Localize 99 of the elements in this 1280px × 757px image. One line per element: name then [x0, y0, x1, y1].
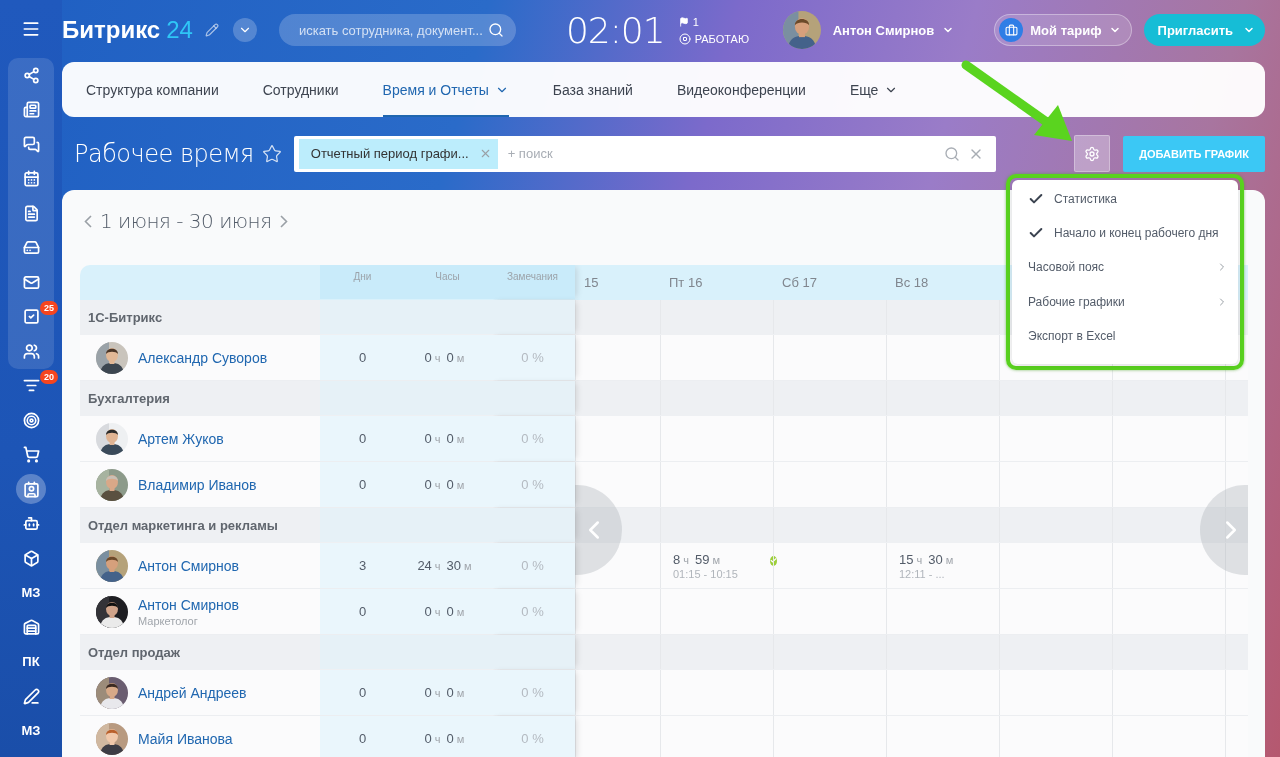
menu-item[interactable]: Начало и конец рабочего дня [1012, 216, 1238, 251]
nav-tab[interactable]: Видеоконференции [676, 62, 806, 117]
column-header: Часы [405, 265, 490, 299]
hours-value: 24 ч 30 м [405, 543, 490, 588]
employee-link[interactable]: Александр Суворов [138, 349, 268, 366]
flag-icon [678, 16, 689, 27]
remarks-value: 0 % [490, 462, 575, 507]
remarks-value: 0 % [490, 335, 575, 380]
remarks-value: 0 % [490, 716, 575, 757]
employee-link[interactable]: Артем Жуков [138, 430, 224, 447]
user-menu[interactable]: Антон Смирнов [832, 22, 955, 38]
box-icon [22, 549, 40, 567]
sidebar-item[interactable]: ПК [16, 646, 46, 677]
sidebar-item[interactable]: МЗ [16, 715, 46, 746]
settings-icon [1083, 145, 1100, 162]
hours-value: 0 ч 0 м [405, 716, 490, 757]
menu-item[interactable]: Рабочие графики [1012, 284, 1238, 319]
group-title: Бухгалтерия [88, 390, 170, 406]
sidebar-item[interactable] [16, 474, 46, 505]
dots-icon [22, 66, 40, 84]
employee-link[interactable]: Майя Иванова [138, 730, 233, 747]
menu-item[interactable]: Экспорт в Excel [1012, 318, 1238, 353]
day-header: Пт 16 [669, 274, 703, 290]
days-value: 0 [320, 716, 405, 757]
filter-field[interactable]: Отчетный период графи... + поиск [293, 135, 996, 172]
clock[interactable]: 02:01 [565, 9, 665, 51]
employee-link[interactable]: Антон Смирнов [138, 557, 240, 574]
star-icon[interactable] [261, 143, 282, 164]
count-badge: 20 [40, 369, 58, 384]
employee-link[interactable]: Андрей Андреев [138, 684, 247, 701]
stop-icon [678, 32, 691, 45]
calendar-icon [22, 170, 40, 188]
days-value: 3 [320, 543, 405, 588]
search-input[interactable]: искать сотрудника, документ... [296, 21, 488, 39]
day-header: 15 [584, 274, 599, 290]
dropdown-button[interactable] [232, 18, 257, 42]
day-header: Сб 17 [782, 274, 817, 290]
worked-time: 15 ч 30 м [899, 551, 955, 567]
hours-value: 0 ч 0 м [405, 416, 490, 461]
nav-tab[interactable]: Еще [849, 62, 899, 117]
flag-count: 1 [692, 15, 699, 28]
robot-icon [22, 515, 40, 533]
logo[interactable]: Битрикс 24 [62, 16, 193, 44]
hours-value: 0 ч 0 м [405, 670, 490, 715]
day-header: Вс 18 [895, 274, 929, 290]
pencil-icon[interactable] [204, 23, 219, 37]
sidebar-item[interactable]: МЗ [16, 577, 46, 608]
search-input[interactable]: + поиск [505, 145, 936, 162]
mail-icon [22, 273, 40, 291]
nav-tab[interactable]: Сотрудники [262, 62, 339, 117]
hours-value: 0 ч 0 м [405, 335, 490, 380]
employee-link[interactable]: Антон Смирнов [138, 596, 240, 613]
menu-item[interactable]: Статистика [1012, 182, 1238, 217]
cart-icon [22, 446, 40, 464]
employee-link[interactable]: Владимир Иванов [138, 476, 257, 493]
worked-time: 8 ч 59 м [673, 551, 721, 567]
menu-item[interactable]: Часовой пояс [1012, 250, 1238, 285]
group-title: 1С-Битрикс [88, 309, 163, 325]
settings-button[interactable] [1073, 135, 1111, 172]
days-value: 0 [320, 462, 405, 507]
warehouse-icon [22, 618, 40, 636]
nav-tab[interactable]: Структура компании [86, 62, 219, 117]
days-value: 0 [320, 335, 405, 380]
period-title: 1 июня - 30 июня [100, 209, 272, 233]
days-value: 0 [320, 670, 405, 715]
time-range: 01:15 - 10:15 [673, 567, 738, 580]
remarks-value: 0 % [490, 543, 575, 588]
document-icon [22, 204, 40, 222]
remarks-value: 0 % [490, 670, 575, 715]
drive-icon [22, 239, 40, 257]
chat-icon [22, 135, 40, 153]
hours-value: 0 ч 0 м [405, 589, 490, 634]
days-value: 0 [320, 416, 405, 461]
hours-value: 0 ч 0 м [405, 462, 490, 507]
column-header: Замечания [490, 265, 575, 299]
group-title: Отдел маркетинга и рекламы [88, 517, 278, 533]
task-icon [22, 308, 40, 326]
remarks-value: 0 % [490, 589, 575, 634]
employee-position: Маркетолог [138, 614, 199, 627]
team-icon [22, 342, 40, 360]
nav-tab[interactable]: Время и Отчеты [382, 62, 509, 117]
target-icon [22, 411, 40, 429]
column-header: Дни [320, 265, 405, 299]
remarks-value: 0 % [490, 416, 575, 461]
page-title: Рабочее время [74, 139, 254, 168]
contact-card-icon [22, 480, 40, 498]
menu-icon[interactable] [21, 19, 41, 39]
search-icon[interactable] [487, 22, 504, 38]
newspaper-icon [22, 101, 40, 119]
days-value: 0 [320, 589, 405, 634]
filter-tag[interactable]: Отчетный период графи... [298, 138, 498, 169]
briefcase-icon [1004, 23, 1018, 37]
count-badge: 25 [40, 300, 58, 315]
pen-icon [22, 687, 40, 705]
time-range: 12:11 - ... [899, 567, 946, 580]
search-field[interactable]: искать сотрудника, документ... [278, 14, 516, 46]
work-status[interactable]: РАБОТАЮ [694, 32, 750, 45]
nav-tab[interactable]: База знаний [552, 62, 633, 117]
group-title: Отдел продаж [88, 644, 180, 660]
